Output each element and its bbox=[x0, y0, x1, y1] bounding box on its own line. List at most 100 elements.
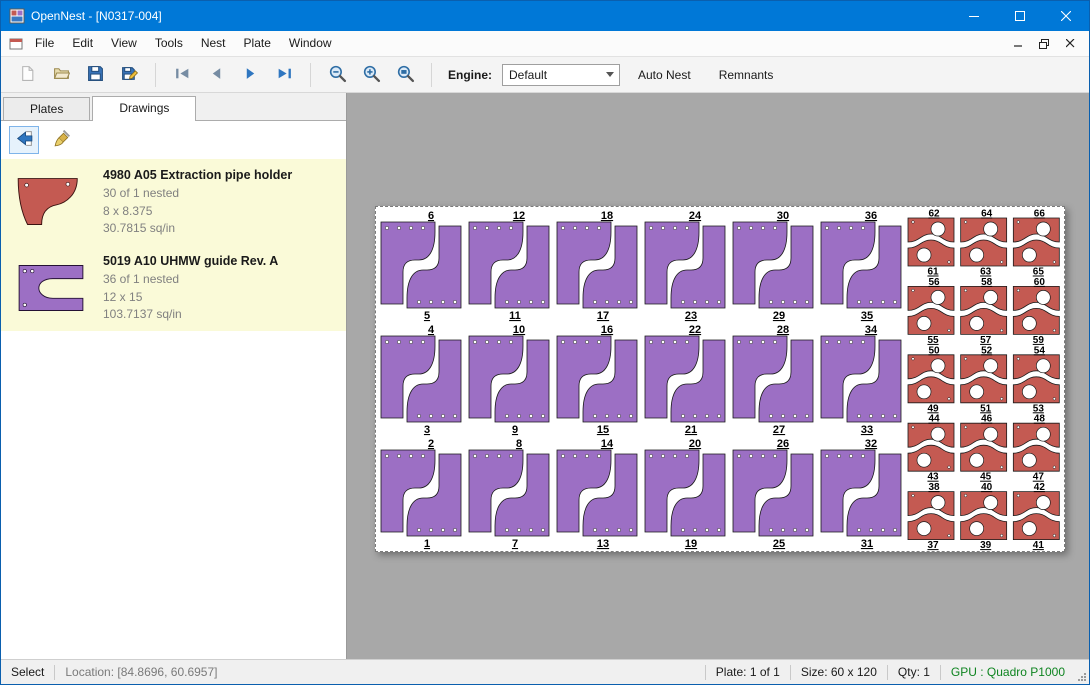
minimize-button[interactable] bbox=[951, 1, 997, 31]
part-number-label: 56 bbox=[928, 277, 940, 288]
part-number-label: 35 bbox=[861, 310, 873, 322]
purple-part-pair[interactable]: 3029 bbox=[733, 210, 813, 322]
red-part-pair[interactable]: 5251 bbox=[961, 345, 1007, 414]
part-number-label: 40 bbox=[981, 482, 993, 493]
clean-drawings-button[interactable] bbox=[47, 126, 77, 154]
part-number-label: 8 bbox=[516, 438, 522, 450]
import-drawing-button[interactable] bbox=[9, 126, 39, 154]
part-number-label: 30 bbox=[777, 210, 789, 222]
app-icon bbox=[9, 8, 25, 24]
new-file-button[interactable] bbox=[11, 61, 43, 89]
mdi-window-controls bbox=[1007, 34, 1089, 54]
part-number-label: 7 bbox=[512, 538, 518, 550]
plate-sheet[interactable]: 6512111817242330293635431091615222128273… bbox=[375, 206, 1065, 552]
red-part-pair[interactable]: 4847 bbox=[1013, 414, 1059, 483]
part-number-label: 13 bbox=[597, 538, 609, 550]
drawing-list-item[interactable]: 5019 A10 UHMW guide Rev. A36 of 1 nested… bbox=[1, 245, 346, 331]
drawing-list-item[interactable]: 4980 A05 Extraction pipe holder30 of 1 n… bbox=[1, 159, 346, 245]
maximize-button[interactable] bbox=[997, 1, 1043, 31]
purple-part-pair[interactable]: 1817 bbox=[557, 210, 637, 322]
mdi-minimize-button[interactable] bbox=[1007, 34, 1029, 54]
purple-part-pair[interactable]: 2625 bbox=[733, 438, 813, 550]
purple-part-pair[interactable]: 1413 bbox=[557, 438, 637, 550]
mdi-child-icon[interactable] bbox=[9, 37, 23, 51]
red-part-pair[interactable]: 5049 bbox=[908, 345, 954, 414]
red-part-pair[interactable]: 6261 bbox=[908, 209, 954, 278]
part-number-label: 62 bbox=[928, 209, 940, 220]
part-number-label: 57 bbox=[980, 335, 992, 346]
zoom-in-button[interactable] bbox=[355, 61, 387, 89]
mdi-restore-button[interactable] bbox=[1033, 34, 1055, 54]
tab-plates[interactable]: Plates bbox=[3, 97, 90, 120]
mdi-close-button[interactable] bbox=[1059, 34, 1081, 54]
part-number-label: 60 bbox=[1034, 277, 1046, 288]
remnants-button[interactable]: Remnants bbox=[709, 63, 784, 87]
save-as-icon bbox=[121, 65, 138, 85]
zoom-in-icon bbox=[362, 64, 381, 86]
red-part-pair[interactable]: 4645 bbox=[961, 414, 1007, 483]
previous-plate-button[interactable] bbox=[200, 61, 232, 89]
red-part-pair[interactable]: 5655 bbox=[908, 277, 954, 346]
tab-drawings[interactable]: Drawings bbox=[92, 96, 196, 121]
purple-part-pair[interactable]: 65 bbox=[381, 210, 461, 322]
nest-plate-svg: 6512111817242330293635431091615222128273… bbox=[376, 207, 1064, 551]
engine-select[interactable]: Default bbox=[502, 64, 620, 86]
open-file-button[interactable] bbox=[45, 61, 77, 89]
purple-part-pair[interactable]: 87 bbox=[469, 438, 549, 550]
zoom-out-button[interactable] bbox=[321, 61, 353, 89]
first-plate-button[interactable] bbox=[166, 61, 198, 89]
first-icon bbox=[174, 65, 191, 85]
part-number-label: 10 bbox=[513, 324, 525, 336]
menu-file[interactable]: File bbox=[26, 31, 63, 56]
red-part-pair[interactable]: 5857 bbox=[961, 277, 1007, 346]
purple-part-pair[interactable]: 3231 bbox=[821, 438, 901, 550]
toolbar-separator bbox=[431, 63, 432, 87]
part-number-label: 24 bbox=[689, 210, 702, 222]
purple-part-pair[interactable]: 3635 bbox=[821, 210, 901, 322]
purple-part-pair[interactable]: 2221 bbox=[645, 324, 725, 436]
part-number-label: 38 bbox=[928, 482, 940, 493]
purple-part-pair[interactable]: 3433 bbox=[821, 324, 901, 436]
red-part-pair[interactable]: 6059 bbox=[1013, 277, 1059, 346]
red-part-pair[interactable]: 6463 bbox=[961, 209, 1007, 278]
save-as-button[interactable] bbox=[113, 61, 145, 89]
menu-nest[interactable]: Nest bbox=[192, 31, 235, 56]
part-number-label: 32 bbox=[865, 438, 877, 450]
menu-plate[interactable]: Plate bbox=[235, 31, 280, 56]
red-part-pair[interactable]: 40 39 bbox=[961, 482, 1007, 551]
open-folder-icon bbox=[53, 65, 70, 85]
part-number-label: 51 bbox=[980, 403, 992, 414]
auto-nest-button[interactable]: Auto Nest bbox=[628, 63, 701, 87]
part-number-label: 15 bbox=[597, 424, 609, 436]
menu-view[interactable]: View bbox=[102, 31, 146, 56]
last-plate-button[interactable] bbox=[268, 61, 300, 89]
red-part-pair[interactable]: 5453 bbox=[1013, 345, 1059, 414]
menu-window[interactable]: Window bbox=[280, 31, 341, 56]
red-part-pair[interactable]: 4443 bbox=[908, 414, 954, 483]
part-number-label: 39 bbox=[980, 540, 992, 551]
nest-canvas[interactable]: 6512111817242330293635431091615222128273… bbox=[347, 93, 1089, 659]
save-icon bbox=[87, 65, 104, 85]
red-part-pair[interactable]: 6665 bbox=[1013, 209, 1059, 278]
status-qty: Qty: 1 bbox=[888, 665, 940, 679]
purple-part-pair[interactable]: 2827 bbox=[733, 324, 813, 436]
resize-grip[interactable] bbox=[1075, 660, 1089, 684]
menu-edit[interactable]: Edit bbox=[63, 31, 102, 56]
purple-part-pair[interactable]: 109 bbox=[469, 324, 549, 436]
next-plate-button[interactable] bbox=[234, 61, 266, 89]
part-number-label: 27 bbox=[773, 424, 785, 436]
purple-part-pair[interactable]: 1211 bbox=[469, 210, 549, 322]
close-button[interactable] bbox=[1043, 1, 1089, 31]
purple-part-pair[interactable]: 21 bbox=[381, 438, 461, 550]
arrow-left-icon bbox=[15, 129, 34, 151]
red-part-pair[interactable]: 3837 bbox=[908, 482, 954, 551]
purple-part-pair[interactable]: 43 bbox=[381, 324, 461, 436]
purple-part-pair[interactable]: 2423 bbox=[645, 210, 725, 322]
menu-tools[interactable]: Tools bbox=[146, 31, 192, 56]
purple-part-pair[interactable]: 2019 bbox=[645, 438, 725, 550]
purple-part-pair[interactable]: 1615 bbox=[557, 324, 637, 436]
zoom-fit-button[interactable] bbox=[389, 61, 421, 89]
red-part-pair[interactable]: 4241 bbox=[1013, 482, 1059, 551]
engine-selected-value: Default bbox=[503, 68, 601, 82]
save-button[interactable] bbox=[79, 61, 111, 89]
